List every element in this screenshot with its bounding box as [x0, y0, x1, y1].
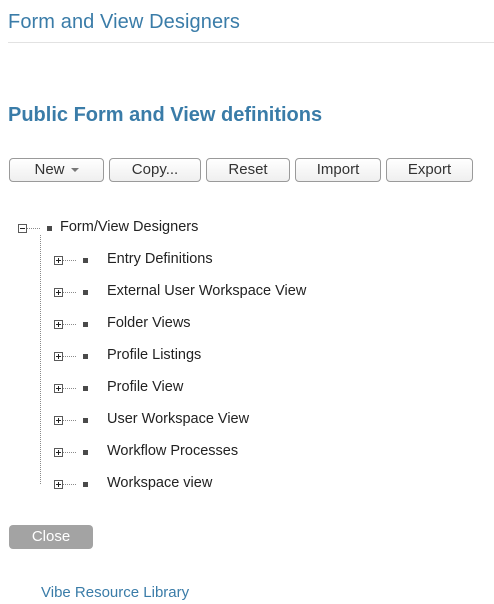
collapse-icon[interactable] — [18, 224, 27, 233]
tree-item-workflow-processes: Workflow Processes — [0, 440, 494, 462]
page-title: Form and View Designers — [8, 11, 241, 33]
tree-item-label[interactable]: Workspace view — [107, 475, 212, 491]
expand-icon[interactable] — [54, 352, 63, 361]
tree-item-external-user-workspace-view: External User Workspace View — [0, 280, 494, 302]
expand-icon[interactable] — [54, 480, 63, 489]
node-bullet-icon — [83, 418, 88, 423]
tree-root-row: Form/View Designers — [0, 216, 494, 238]
tree-item-folder-views: Folder Views — [0, 312, 494, 334]
tree-root-label[interactable]: Form/View Designers — [60, 219, 198, 235]
tree-connector — [63, 420, 76, 421]
node-bullet-icon — [83, 386, 88, 391]
tree-connector — [63, 324, 76, 325]
tree-connector — [63, 356, 76, 357]
tree-item-entry-definitions: Entry Definitions — [0, 248, 494, 270]
tree-item-label[interactable]: Folder Views — [107, 315, 191, 331]
node-bullet-icon — [83, 354, 88, 359]
node-bullet-icon — [47, 226, 52, 231]
vibe-resource-library-link[interactable]: Vibe Resource Library — [41, 584, 189, 601]
node-bullet-icon — [83, 450, 88, 455]
section-title: Public Form and View definitions — [8, 104, 323, 126]
tree-item-label[interactable]: Profile Listings — [107, 347, 201, 363]
form-view-designers-page: Form and View Designers Public Form and … — [0, 0, 494, 604]
tree-connector — [63, 388, 76, 389]
tree-item-label[interactable]: Workflow Processes — [107, 443, 238, 459]
tree-item-workspace-view: Workspace view — [0, 472, 494, 494]
node-bullet-icon — [83, 258, 88, 263]
reset-button[interactable]: Reset — [206, 158, 290, 182]
tree-connector — [63, 292, 76, 293]
tree-connector — [63, 484, 76, 485]
tree-connector — [63, 260, 76, 261]
export-button[interactable]: Export — [386, 158, 473, 182]
title-divider — [8, 42, 494, 43]
tree-item-label[interactable]: Entry Definitions — [107, 251, 213, 267]
tree-item-label[interactable]: User Workspace View — [107, 411, 249, 427]
expand-icon[interactable] — [54, 256, 63, 265]
close-button[interactable]: Close — [9, 525, 93, 549]
expand-icon[interactable] — [54, 448, 63, 457]
chevron-down-icon — [70, 168, 79, 173]
expand-icon[interactable] — [54, 384, 63, 393]
tree-item-label[interactable]: Profile View — [107, 379, 183, 395]
expand-icon[interactable] — [54, 288, 63, 297]
expand-icon[interactable] — [54, 416, 63, 425]
export-button-label: Export — [407, 161, 452, 178]
tree-item-profile-view: Profile View — [0, 376, 494, 398]
node-bullet-icon — [83, 482, 88, 487]
definitions-tree: Form/View Designers Entry Definitions Ex… — [0, 216, 494, 506]
reset-button-label: Reset — [228, 161, 268, 178]
import-button[interactable]: Import — [295, 158, 381, 182]
expand-icon[interactable] — [54, 320, 63, 329]
tree-item-label[interactable]: External User Workspace View — [107, 283, 306, 299]
import-button-label: Import — [316, 161, 360, 178]
new-button[interactable]: New — [9, 158, 104, 182]
tree-connector — [63, 452, 76, 453]
copy-button-label: Copy... — [131, 161, 179, 178]
new-button-label: New — [34, 161, 65, 178]
tree-item-profile-listings: Profile Listings — [0, 344, 494, 366]
node-bullet-icon — [83, 322, 88, 327]
copy-button[interactable]: Copy... — [109, 158, 201, 182]
tree-connector — [27, 228, 40, 229]
tree-item-user-workspace-view: User Workspace View — [0, 408, 494, 430]
node-bullet-icon — [83, 290, 88, 295]
